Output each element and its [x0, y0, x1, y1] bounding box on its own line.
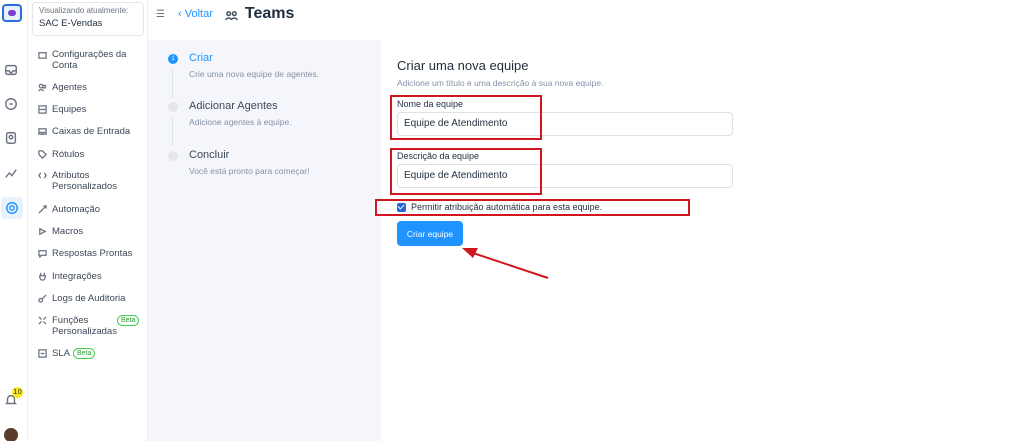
tag-icon: [38, 150, 48, 160]
plug-icon: [38, 272, 48, 282]
sidebar-item-sla[interactable]: SLA Beta: [38, 348, 96, 359]
teams-icon: [225, 7, 239, 21]
roles-icon: [38, 316, 48, 326]
code-icon: [38, 171, 48, 181]
notification-badge: 10: [12, 387, 23, 398]
key-icon: [38, 294, 48, 304]
sidebar-item-label: Rótulos: [52, 149, 85, 160]
team-icon: [38, 105, 48, 115]
settings-icon[interactable]: [1, 197, 23, 219]
macro-icon: [38, 227, 48, 237]
page-header: ☰ ‹ Voltar Teams: [148, 0, 1024, 28]
step-connector: [172, 116, 173, 146]
sidebar-item-audit-logs[interactable]: Logs de Auditoria: [38, 293, 125, 304]
step-description: Adicione agentes à equipe.: [189, 117, 292, 127]
account-switcher[interactable]: Visualizando atualmente: SAC E-Vendas: [32, 2, 144, 36]
app-logo[interactable]: [2, 4, 22, 22]
sidebar-item-label: SLA: [52, 348, 70, 359]
menu-toggle-icon[interactable]: ☰: [156, 9, 166, 20]
step-title: Concluir: [189, 149, 230, 161]
step-connector: [172, 68, 173, 98]
page-title: Teams: [244, 5, 295, 22]
beta-badge: Beta: [117, 315, 140, 326]
inbox-icon: [38, 127, 48, 137]
annotation-box-description: [390, 148, 542, 195]
back-label: Voltar: [184, 8, 213, 20]
sidebar-item-label: Caixas de Entrada: [52, 126, 131, 137]
sidebar-item-label: Macros: [52, 226, 84, 237]
step-description: Crie uma nova equipe de agentes.: [189, 69, 319, 79]
back-link[interactable]: ‹ Voltar: [178, 8, 213, 20]
sidebar-item-teams[interactable]: Equipes: [38, 104, 86, 115]
step-description: Você está pronto para começar!: [189, 166, 310, 176]
sidebar-item-inboxes[interactable]: Caixas de Entrada: [38, 126, 130, 137]
automation-icon: [38, 205, 48, 215]
form-title: Criar uma nova equipe: [397, 58, 529, 73]
sidebar-item-macros[interactable]: Macros: [38, 226, 83, 237]
sla-icon: [38, 349, 48, 359]
sidebar-item-agents[interactable]: Agentes: [38, 82, 87, 93]
sidebar-item-labels[interactable]: Rótulos: [38, 149, 84, 160]
building-icon: [38, 50, 48, 60]
annotation-box-checkbox: [375, 199, 690, 216]
sidebar-item-label: Automação: [52, 204, 101, 215]
contacts-icon[interactable]: [4, 130, 22, 148]
account-name: SAC E-Vendas: [39, 18, 103, 29]
reports-icon[interactable]: [4, 165, 22, 183]
sidebar-item-custom-attributes[interactable]: Atributos Personalizados: [38, 170, 142, 192]
step-title: Criar: [189, 52, 213, 64]
sidebar-item-label: Integrações: [52, 271, 102, 282]
people-icon: [38, 83, 48, 93]
chat-icon: [38, 249, 48, 259]
step-indicator: [168, 102, 178, 112]
sidebar-item-label: Respostas Prontas: [52, 248, 133, 259]
step-indicator: [168, 151, 178, 161]
create-team-button[interactable]: Criar equipe: [397, 221, 463, 246]
sidebar-item-label: Logs de Auditoria: [52, 293, 126, 304]
sidebar-item-label: Configurações da Conta: [52, 49, 127, 71]
sidebar-item-automation[interactable]: Automação: [38, 204, 100, 215]
icon-rail: 10: [0, 0, 28, 441]
step-title: Adicionar Agentes: [189, 100, 278, 112]
sidebar-item-integrations[interactable]: Integrações: [38, 271, 102, 282]
avatar[interactable]: [4, 428, 18, 441]
step-indicator: 1: [168, 54, 178, 64]
sidebar-item-label: Atributos Personalizados: [52, 170, 117, 192]
settings-sidebar: Visualizando atualmente: SAC E-Vendas Co…: [28, 0, 148, 441]
sidebar-item-label: Funções Personalizadas: [52, 315, 117, 337]
inbox-icon[interactable]: [4, 62, 22, 80]
conversations-icon[interactable]: [4, 96, 22, 114]
account-label: Visualizando atualmente:: [39, 6, 129, 15]
sidebar-item-account-settings[interactable]: Configurações da Conta: [38, 49, 142, 71]
beta-badge: Beta: [72, 348, 96, 359]
sidebar-item-canned-responses[interactable]: Respostas Prontas: [38, 248, 132, 259]
sidebar-item-custom-roles[interactable]: Funções Personalizadas Beta: [38, 315, 148, 337]
wizard-steps: 1 Criar Crie uma nova equipe de agentes.…: [148, 40, 381, 441]
sidebar-item-label: Equipes: [52, 104, 87, 115]
annotation-box-name: [390, 95, 542, 140]
sidebar-item-label: Agentes: [52, 82, 87, 93]
form-subtitle: Adicione um título e uma descrição à sua…: [397, 78, 604, 88]
